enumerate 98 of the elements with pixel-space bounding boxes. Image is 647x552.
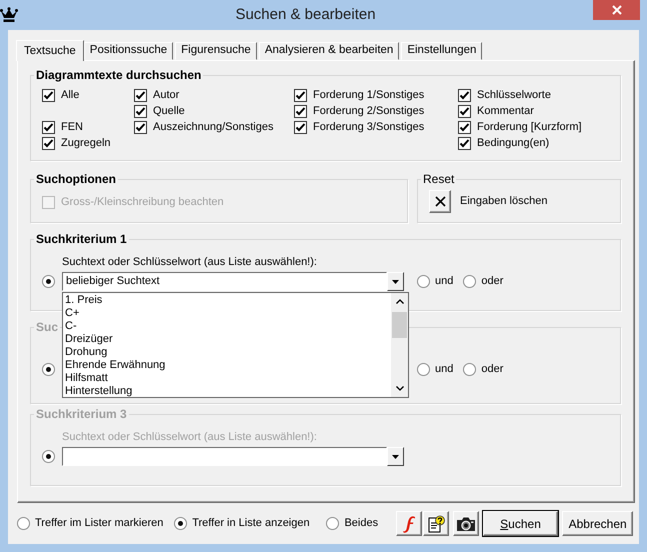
caret-icon (392, 454, 399, 458)
checkbox[interactable] (294, 120, 307, 134)
checkbox-label: Auszeichnung/Sonstiges (153, 120, 274, 135)
check-icon (295, 122, 306, 132)
tab[interactable]: Einstellungen (401, 42, 482, 60)
check-icon (43, 122, 54, 132)
list-item[interactable]: Ehrende Erwähnung (65, 359, 389, 372)
checkbox-label: Quelle (153, 104, 185, 119)
check-icon (135, 122, 146, 132)
search-field[interactable]: beliebiger Suchtext (62, 272, 387, 291)
prompt-label: Suchtext oder Schlüsselwort (aus Liste auswählen!): (62, 256, 317, 268)
list-item[interactable]: 1. Preis (65, 294, 389, 307)
checkbox[interactable] (42, 136, 55, 150)
reset-label: Eingaben löschen (460, 194, 548, 210)
checkbox-label: Forderung 1/Sonstiges (313, 88, 424, 103)
checkbox[interactable] (42, 88, 55, 102)
search-field[interactable] (62, 447, 387, 466)
checkbox-label: Zugregeln (61, 136, 111, 151)
radio-button[interactable] (463, 275, 476, 288)
list-item[interactable]: Drohung (65, 346, 389, 359)
checkbox[interactable] (134, 104, 147, 118)
checkbox-label: FEN (61, 120, 83, 135)
checkbox[interactable] (134, 120, 147, 134)
group-title: Suchkriterium 3 (35, 407, 128, 421)
list-item[interactable]: C- (65, 320, 389, 333)
list-item[interactable]: Hinterstellung (65, 385, 389, 398)
clear-icon (434, 196, 446, 207)
group-title: Reset (422, 172, 456, 186)
check-icon (135, 90, 146, 100)
check-icon (459, 122, 470, 132)
checkbox-label: Bedingung(en) (477, 136, 550, 151)
list-item[interactable]: Hilfsmatt (65, 372, 389, 385)
scrollbar[interactable] (391, 293, 408, 397)
list-item[interactable]: C+ (65, 307, 389, 320)
tab[interactable]: Analysieren & bearbeiten (258, 42, 400, 60)
radio-label: Beides (344, 516, 378, 532)
check-icon (295, 90, 306, 100)
group-title: Suc (35, 320, 60, 334)
dropdown-button[interactable] (387, 272, 404, 291)
check-icon (43, 138, 54, 148)
caret-icon (392, 280, 399, 284)
tab[interactable]: Positionssuche (84, 42, 174, 60)
checkbox[interactable] (42, 120, 55, 134)
prompt-label: Suchtext oder Schlüsselwort (aus Liste auswählen!): (62, 431, 317, 443)
tab[interactable]: Textsuche (16, 40, 84, 61)
radio-label: oder (481, 274, 504, 290)
scroll-down-icon[interactable] (396, 386, 404, 391)
radio-button[interactable] (17, 517, 30, 530)
tab[interactable]: Figurensuche (175, 42, 257, 60)
checkbox[interactable] (458, 136, 471, 150)
checkbox-label: Alle (61, 88, 80, 103)
radio-button[interactable] (42, 275, 55, 288)
checkbox-label: Kommentar (477, 104, 534, 119)
radio-button[interactable] (417, 275, 430, 288)
checkbox[interactable] (458, 88, 471, 102)
radio-label: Treffer im Lister markieren (35, 516, 164, 532)
checkbox-label: Forderung 3/Sonstiges (313, 120, 424, 135)
crown-icon (0, 7, 18, 23)
dropdown-button[interactable] (387, 447, 404, 466)
radio-label: oder (481, 362, 504, 378)
toolbar-button[interactable] (422, 511, 449, 536)
check-icon (459, 106, 470, 116)
toolbar-button[interactable] (452, 511, 479, 536)
checkbox-label: Forderung 2/Sonstiges (313, 104, 424, 119)
dialog-button[interactable]: Abbrechen (562, 511, 633, 536)
check-icon (295, 106, 306, 116)
group-title: Suchkriterium 1 (35, 232, 128, 246)
window-title: Suchen & bearbeiten (234, 4, 377, 25)
checkbox[interactable] (294, 104, 307, 118)
check-icon (43, 90, 54, 100)
group-title: Suchoptionen (35, 172, 117, 186)
close-button[interactable] (593, 0, 640, 20)
checkbox[interactable] (458, 120, 471, 134)
list-item[interactable]: Dreizüger (65, 333, 389, 346)
camera-icon (456, 516, 476, 532)
close-icon (612, 5, 622, 15)
flash-icon (401, 514, 418, 532)
checkbox[interactable] (294, 88, 307, 102)
clear-button[interactable] (429, 190, 451, 213)
help-document-icon (426, 514, 445, 532)
check-icon (135, 106, 146, 116)
checkbox-label: Forderung [Kurzform] (477, 120, 582, 135)
checkbox-label: Gross-/Kleinschreibung beachten (61, 194, 224, 210)
check-icon (459, 90, 470, 100)
radio-button[interactable] (174, 517, 188, 530)
checkbox[interactable] (134, 88, 147, 102)
dialog-button[interactable]: Suchen (482, 511, 558, 536)
group-title: Diagrammtexte durchsuchen (35, 68, 202, 82)
scrollbar-thumb[interactable] (392, 312, 407, 338)
radio-label: und (435, 274, 454, 290)
check-icon (459, 138, 470, 148)
checkbox-label: Schlüsselworte (477, 88, 551, 103)
checkbox-label: Autor (153, 88, 180, 103)
checkbox[interactable] (458, 104, 471, 118)
radio-button[interactable] (326, 517, 340, 530)
radio-label: Treffer in Liste anzeigen (192, 516, 310, 532)
radio-label: und (435, 362, 454, 378)
scroll-up-icon[interactable] (396, 299, 404, 304)
